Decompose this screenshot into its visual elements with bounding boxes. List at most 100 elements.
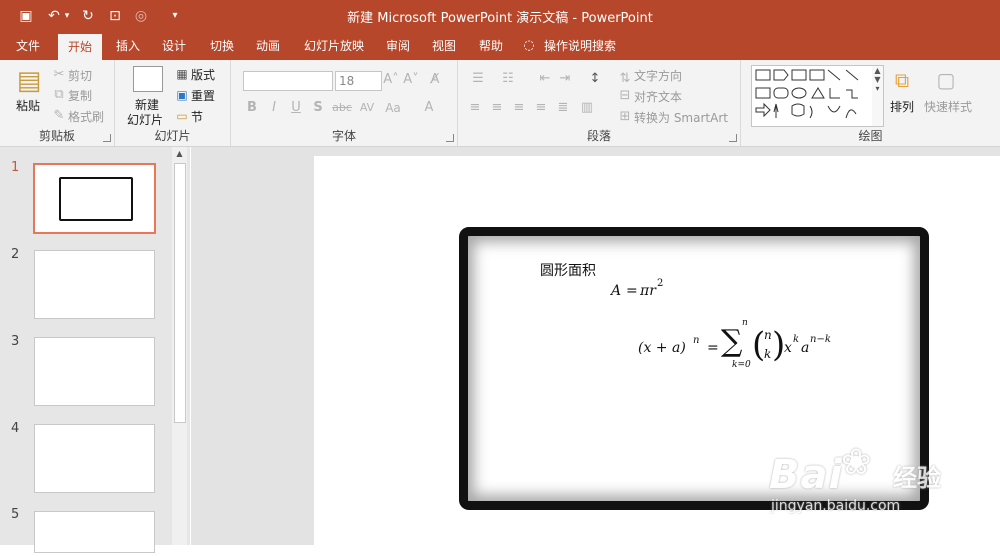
bullets-icon[interactable]: ☰	[466, 71, 490, 87]
scroll-thumb[interactable]	[174, 163, 186, 423]
tab-animations[interactable]: 动画	[248, 32, 288, 60]
tab-design[interactable]: 设计	[154, 32, 194, 60]
font-name-input[interactable]	[243, 71, 333, 91]
thumbnail-frame	[59, 177, 133, 221]
slide-number: 3	[11, 334, 20, 349]
tab-transitions[interactable]: 切换	[202, 32, 242, 60]
group-paragraph: ☰ ☷ ⇤ ⇥ ↕ ⇅ 文字方向 ⊟ 对齐文本 ⊞ 转换为 SmartArt ≡…	[458, 60, 741, 146]
tell-me-search[interactable]: 操作说明搜索	[540, 32, 620, 60]
binomial-equals: =	[707, 340, 719, 356]
group-label-paragraph: 段落	[586, 129, 611, 143]
watermark-cn: 经验	[893, 464, 941, 492]
group-clipboard: ▤ 粘贴 ✂ 剪切 ⧉ 复制 ✎ 格式刷 剪贴板	[0, 60, 115, 146]
align-center-icon[interactable]: ≡	[488, 100, 506, 116]
columns-icon[interactable]: ▥	[578, 100, 596, 116]
tab-help[interactable]: 帮助	[471, 32, 511, 60]
scissors-icon: ✂	[53, 67, 65, 82]
term-a: a	[801, 340, 810, 356]
gallery-scroll[interactable]: ▲ ▼ ▾	[872, 65, 884, 127]
align-text-button[interactable]: 对齐文本	[634, 88, 682, 105]
clear-format-icon[interactable]: A̸	[427, 72, 443, 88]
underline-button[interactable]: U	[289, 100, 303, 116]
shadow-button[interactable]: S	[311, 100, 325, 116]
tab-insert[interactable]: 插入	[108, 32, 148, 60]
brush-icon: ✎	[53, 108, 65, 123]
formula-exponent: 2	[657, 278, 664, 289]
formula-lhs: A	[611, 283, 622, 299]
binomial-exponent: n	[693, 335, 700, 346]
formula-rhs: πr	[640, 283, 656, 299]
font-shrink-icon[interactable]: A˅	[403, 72, 419, 88]
watermark-text: Bai	[769, 452, 844, 498]
tab-review[interactable]: 审阅	[378, 32, 418, 60]
increase-indent-icon[interactable]: ⇥	[556, 71, 574, 87]
arrange-button[interactable]: 排列	[890, 98, 914, 115]
cut-button[interactable]: 剪切	[68, 67, 92, 84]
quick-styles-button[interactable]: 快速样式	[924, 98, 972, 115]
tab-slideshow[interactable]: 幻灯片放映	[296, 32, 372, 60]
group-label-font: 字体	[331, 129, 356, 143]
paw-icon: ❀	[841, 442, 872, 483]
font-color-button[interactable]: A	[421, 100, 437, 116]
layout-icon: ▦	[176, 67, 188, 81]
ribbon: ▤ 粘贴 ✂ 剪切 ⧉ 复制 ✎ 格式刷 剪贴板 新建 幻灯片 ▦ 版式 ▣ 重…	[0, 60, 1000, 147]
binomial-lhs: (x + a)	[638, 340, 686, 356]
arrange-icon: ⧉	[894, 68, 910, 92]
shapes-gallery[interactable]	[751, 65, 873, 127]
section-button[interactable]: 节	[191, 108, 203, 125]
format-painter-button[interactable]: 格式刷	[68, 108, 104, 125]
strikethrough-button[interactable]: abc	[331, 100, 353, 116]
slide-thumbnail-2[interactable]	[34, 250, 155, 319]
reset-icon: ▣	[176, 88, 188, 102]
sum-upper-limit: n	[742, 318, 748, 328]
slide-number: 5	[11, 507, 20, 522]
paste-button[interactable]: 粘贴	[16, 97, 40, 114]
watermark-url: jingyan.baidu.com	[771, 498, 901, 514]
copy-button[interactable]: 复制	[68, 87, 92, 104]
copy-icon: ⧉	[54, 87, 64, 102]
lightbulb-icon: ◌	[523, 38, 535, 53]
align-text-icon: ⊟	[619, 88, 631, 103]
convert-smartart-button[interactable]: 转换为 SmartArt	[634, 109, 728, 126]
tab-view[interactable]: 视图	[424, 32, 464, 60]
section-icon: ▭	[176, 109, 188, 123]
term-a-exponent: n−k	[810, 334, 831, 345]
italic-button[interactable]: I	[267, 100, 281, 116]
numbering-icon[interactable]: ☷	[496, 71, 520, 87]
group-font: 18 A˄ A˅ A̸ B I U S abc AV Aa A 字体	[231, 60, 458, 146]
text-direction-icon: ⇅	[619, 71, 631, 86]
ribbon-tabs: 文件 开始 插入 设计 切换 动画 幻灯片放映 审阅 视图 帮助 ◌ 操作说明搜…	[0, 32, 1000, 60]
reset-button[interactable]: 重置	[191, 87, 215, 104]
binom-bottom: k	[764, 347, 772, 361]
align-right-icon[interactable]: ≡	[510, 100, 528, 116]
bold-button[interactable]: B	[245, 100, 259, 116]
char-spacing-button[interactable]: AV	[357, 100, 377, 116]
distribute-icon[interactable]: ≣	[554, 100, 572, 116]
line-spacing-icon[interactable]: ↕	[586, 71, 604, 87]
align-left-icon[interactable]: ≡	[466, 100, 484, 116]
slide-thumbnail-5[interactable]	[34, 511, 155, 553]
panel-scrollbar[interactable]: ▲	[172, 147, 187, 545]
slide-thumbnail-1[interactable]	[33, 163, 156, 234]
slide-heading[interactable]: 圆形面积	[540, 260, 596, 280]
text-direction-button[interactable]: 文字方向	[634, 67, 682, 84]
decrease-indent-icon[interactable]: ⇤	[536, 71, 554, 87]
slide-thumbnail-4[interactable]	[34, 424, 155, 493]
tab-home[interactable]: 开始	[58, 34, 102, 60]
layout-button[interactable]: 版式	[191, 66, 215, 83]
change-case-button[interactable]: Aa	[383, 100, 403, 116]
paragraph-launcher-icon[interactable]	[729, 134, 737, 142]
smartart-icon: ⊞	[619, 109, 631, 124]
justify-icon[interactable]: ≡	[532, 100, 550, 116]
slides-panel: 1 2 3 4 5 ▲	[0, 147, 190, 553]
font-grow-icon[interactable]: A˄	[383, 72, 399, 88]
slide-thumbnail-3[interactable]	[34, 337, 155, 406]
paste-icon[interactable]: ▤	[14, 66, 44, 96]
clipboard-launcher-icon[interactable]	[103, 134, 111, 142]
scroll-up-icon[interactable]: ▲	[174, 149, 185, 158]
font-launcher-icon[interactable]	[446, 134, 454, 142]
font-size-input[interactable]: 18	[335, 71, 382, 91]
tab-file[interactable]: 文件	[8, 32, 48, 60]
slide-number: 2	[11, 247, 20, 262]
new-slide-icon[interactable]	[133, 66, 163, 92]
